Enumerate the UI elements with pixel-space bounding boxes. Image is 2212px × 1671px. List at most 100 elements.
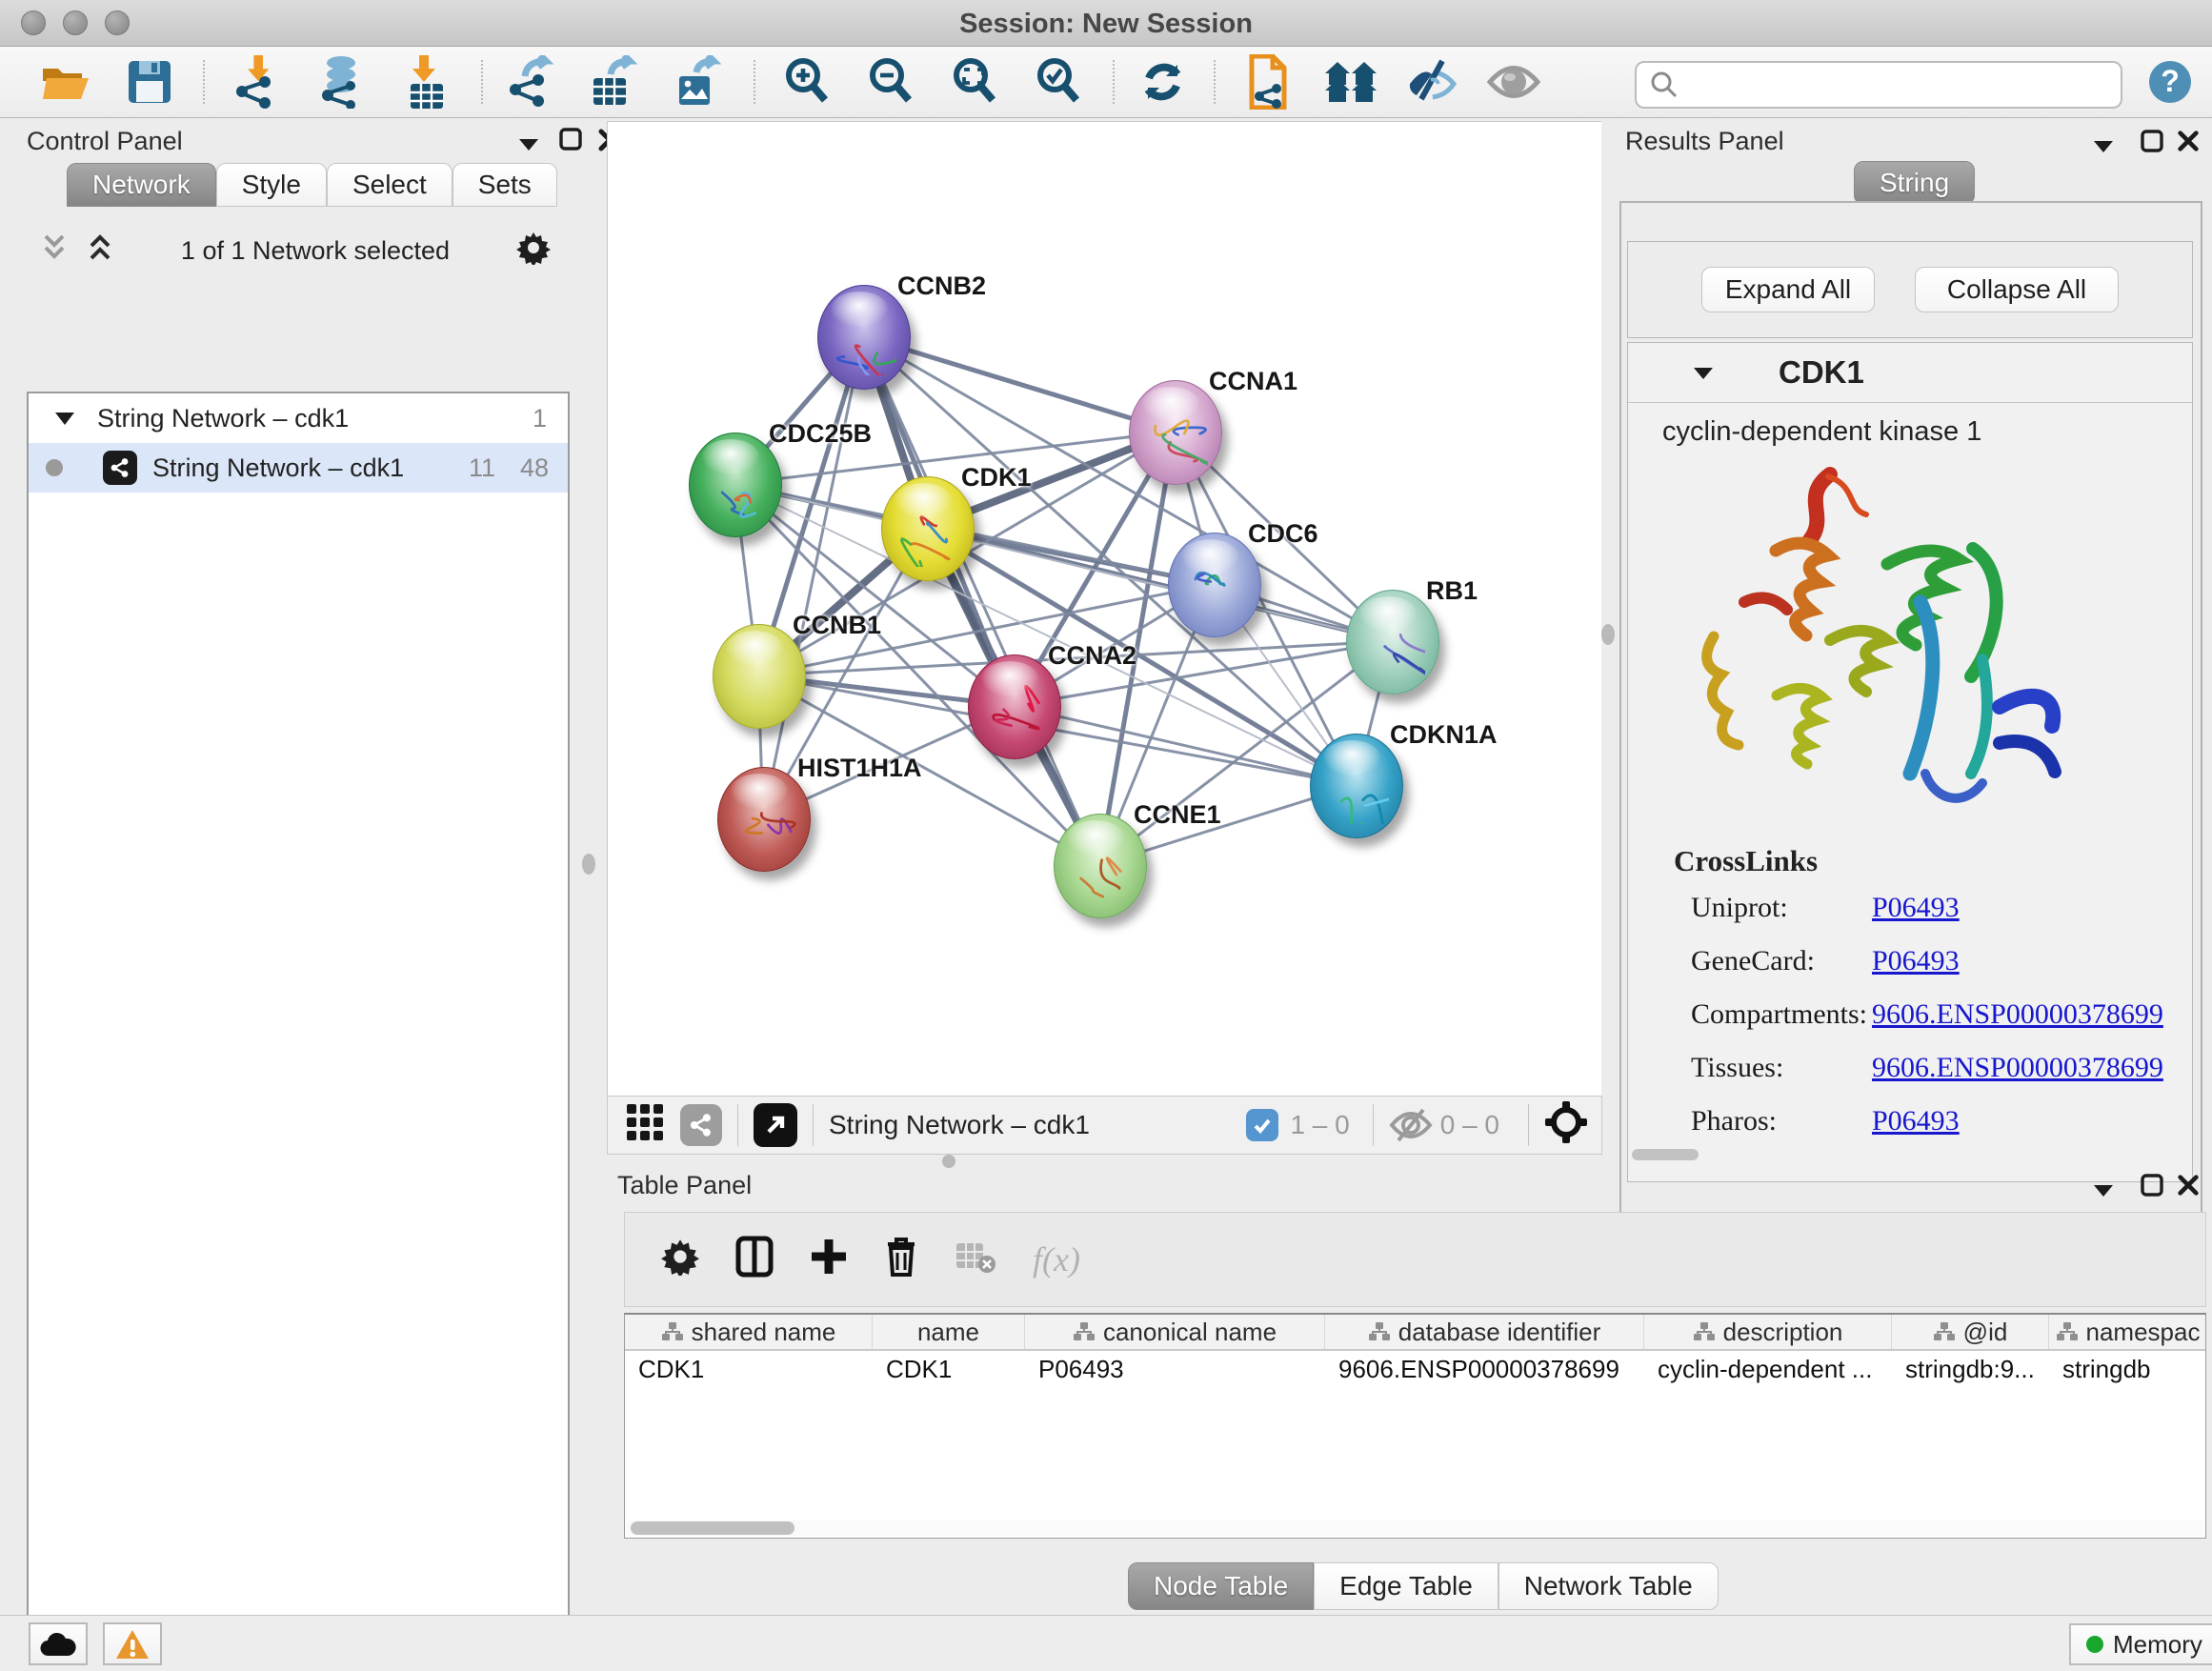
expand-all-networks-button[interactable] — [40, 232, 69, 270]
zoom-selected-button[interactable] — [1021, 54, 1096, 110]
cloud-status-button[interactable] — [29, 1622, 88, 1665]
table-panel-title: Table Panel — [617, 1171, 752, 1200]
save-session-button[interactable] — [112, 54, 187, 110]
results-scrollbar-thumb[interactable] — [1632, 1149, 1699, 1160]
node-label-ccna1: CCNA1 — [1209, 367, 1297, 396]
results-panel-float-button[interactable] — [2091, 132, 2116, 162]
export-image-button[interactable] — [660, 54, 734, 110]
results-panel-maximize-button[interactable] — [2140, 129, 2164, 160]
column-header-namespac[interactable]: namespac — [2049, 1315, 2206, 1349]
tab-network[interactable]: Network — [67, 163, 216, 207]
table-row[interactable]: CDK1CDK1P064939606.ENSP00000378699cyclin… — [625, 1351, 2205, 1387]
table-cell[interactable]: CDK1 — [625, 1351, 873, 1387]
glass-ball-toggle-button[interactable] — [1477, 54, 1551, 110]
table-cell[interactable]: 9606.ENSP00000378699 — [1325, 1351, 1644, 1387]
crosslink-value-link[interactable]: P06493 — [1872, 1105, 1960, 1137]
string-results-container: Expand All Collapse All CDK1 cyclin-depe… — [1619, 201, 2202, 1232]
column-header-shared-name[interactable]: shared name — [625, 1315, 873, 1349]
results-panel-close-button[interactable] — [2176, 129, 2201, 160]
column-header-description[interactable]: description — [1644, 1315, 1892, 1349]
node-table[interactable]: shared namenamecanonical namedatabase id… — [624, 1313, 2206, 1539]
export-table-button[interactable] — [576, 54, 651, 110]
network-collection-row[interactable]: String Network – cdk1 1 — [29, 393, 568, 443]
crosslink-value-link[interactable]: 9606.ENSP00000378699 — [1872, 998, 2163, 1031]
add-column-button[interactable] — [810, 1236, 848, 1284]
tab-sets[interactable]: Sets — [452, 163, 557, 207]
toolbar-separator — [754, 60, 755, 104]
string-import-button[interactable] — [1231, 54, 1305, 110]
network-row[interactable]: String Network – cdk1 11 48 — [29, 443, 568, 493]
protein-description: cyclin-dependent kinase 1 — [1628, 403, 2192, 448]
import-table-file-button[interactable] — [390, 54, 464, 110]
birdseye-toggle-button[interactable] — [625, 1102, 665, 1149]
zoom-in-button[interactable] — [770, 54, 844, 110]
network-canvas[interactable]: CCNB2CCNA1CDC25BCDK1CDC6RB1CCNB1CCNA2CDK… — [607, 121, 1601, 1097]
import-network-database-button[interactable] — [304, 54, 378, 110]
warnings-button[interactable] — [103, 1622, 162, 1665]
collapse-all-networks-button[interactable] — [86, 232, 114, 270]
column-header-canonical-name[interactable]: canonical name — [1025, 1315, 1325, 1349]
string-document-icon — [1246, 54, 1290, 110]
fit-content-button[interactable] — [1544, 1100, 1588, 1151]
control-panel-float-button[interactable] — [516, 131, 541, 160]
memory-button[interactable]: Memory — [2069, 1623, 2212, 1665]
memory-label: Memory — [2113, 1630, 2202, 1660]
column-header-label: namespac — [2086, 1318, 2201, 1347]
open-session-button[interactable] — [29, 54, 103, 110]
selected-items-checkbox[interactable] — [1246, 1109, 1278, 1141]
table-cell[interactable]: cyclin-dependent ... — [1644, 1351, 1892, 1387]
delete-column-button[interactable] — [884, 1235, 918, 1285]
export-network-button[interactable] — [494, 54, 569, 110]
selected-counts: 1 – 0 — [1290, 1110, 1349, 1140]
results-panel-title: Results Panel — [1625, 127, 1784, 156]
table-cell[interactable]: stringdb:9... — [1892, 1351, 2049, 1387]
table-cell[interactable]: stringdb — [2049, 1351, 2206, 1387]
string-home-button[interactable] — [1315, 54, 1389, 110]
table-panel-maximize-button[interactable] — [2140, 1173, 2164, 1204]
shared-column-icon — [2056, 1321, 2079, 1342]
crosslink-row: Pharos:P06493 — [1628, 1096, 2192, 1149]
tab-edge-table[interactable]: Edge Table — [1314, 1562, 1498, 1610]
tab-string[interactable]: String — [1854, 161, 1975, 205]
column-header-database-identifier[interactable]: database identifier — [1325, 1315, 1644, 1349]
search-input[interactable] — [1688, 70, 2121, 101]
table-panel-float-button[interactable] — [2091, 1177, 2116, 1206]
tree-expander-icon[interactable] — [53, 404, 76, 433]
crosslink-value-link[interactable]: P06493 — [1872, 892, 1960, 924]
table-hscrollbar[interactable] — [627, 1520, 2203, 1536]
table-panel-close-button[interactable] — [2176, 1173, 2201, 1204]
hscrollbar-thumb[interactable] — [631, 1521, 794, 1535]
tab-node-table[interactable]: Node Table — [1128, 1562, 1314, 1610]
network-list-options-button[interactable] — [516, 231, 551, 272]
tab-select[interactable]: Select — [327, 163, 452, 207]
detach-view-button[interactable] — [754, 1103, 797, 1147]
column-header-name[interactable]: name — [873, 1315, 1025, 1349]
column-header--id[interactable]: @id — [1892, 1315, 2049, 1349]
info-bar-separator — [1528, 1104, 1529, 1146]
collapse-triangle-icon[interactable] — [1691, 363, 1716, 382]
zoom-out-button[interactable] — [854, 54, 928, 110]
control-panel-maximize-button[interactable] — [558, 127, 583, 158]
left-splitter-handle[interactable] — [582, 854, 595, 875]
show-columns-button[interactable] — [735, 1236, 774, 1284]
string-labels-toggle-button[interactable] — [1395, 54, 1469, 110]
help-button[interactable]: ? — [2140, 54, 2201, 110]
table-cell[interactable]: CDK1 — [873, 1351, 1025, 1387]
table-options-button[interactable] — [661, 1238, 699, 1282]
expand-all-button[interactable]: Expand All — [1701, 267, 1875, 312]
zoom-fit-button[interactable] — [937, 54, 1012, 110]
collapse-all-button[interactable]: Collapse All — [1915, 267, 2119, 312]
tab-style[interactable]: Style — [216, 163, 327, 207]
node-label-rb1: RB1 — [1426, 576, 1478, 606]
table-cell[interactable]: P06493 — [1025, 1351, 1325, 1387]
crosslink-value-link[interactable]: 9606.ENSP00000378699 — [1872, 1052, 2163, 1084]
toolbar-separator — [203, 60, 205, 104]
import-network-file-button[interactable] — [220, 54, 294, 110]
crosslink-value-link[interactable]: P06493 — [1872, 945, 1960, 977]
tab-network-table[interactable]: Network Table — [1498, 1562, 1719, 1610]
refresh-view-button[interactable] — [1126, 54, 1200, 110]
hidden-items-eye-slash-icon[interactable] — [1389, 1108, 1433, 1142]
network-view-mode-button[interactable] — [680, 1104, 722, 1146]
bottom-splitter-handle[interactable] — [942, 1155, 955, 1168]
protein-card-header[interactable]: CDK1 — [1628, 343, 2192, 403]
